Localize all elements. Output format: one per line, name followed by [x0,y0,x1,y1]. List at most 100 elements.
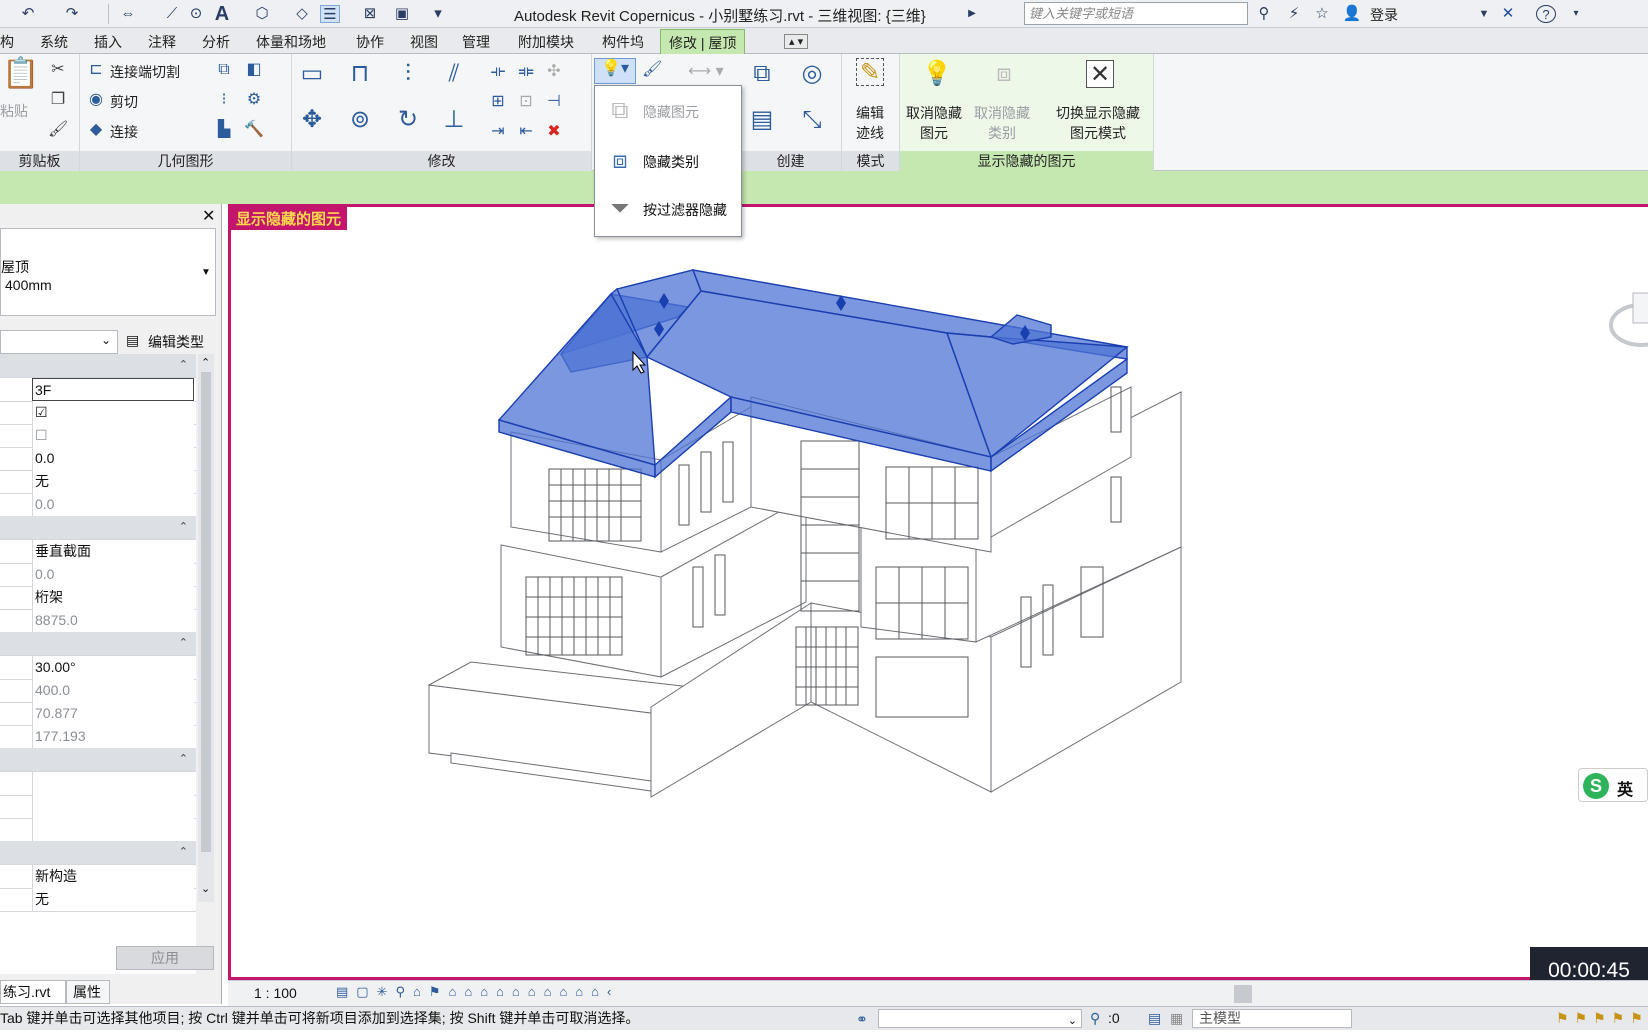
tab-systems[interactable]: 系统 [40,32,68,52]
favorites-star-icon[interactable]: ☆ [1312,5,1332,23]
3d-view-icon[interactable]: ⬡ [252,5,272,23]
customize-qat-icon[interactable]: ▾ [428,5,448,23]
tab-view[interactable]: 视图 [410,32,438,52]
scroll-down-icon[interactable]: ⌄ [201,882,210,895]
tab-component-dock[interactable]: 构件坞 [602,32,644,52]
properties-scrollbar[interactable]: ⌃ ⌄ [198,354,214,902]
switch-windows-icon[interactable]: ▣ [392,5,412,23]
tab-insert[interactable]: 插入 [94,32,122,52]
toggle-reveal-label-2[interactable]: 图元模式 [1070,124,1126,143]
thin-lines-icon[interactable]: ☰ [320,5,340,23]
edit-type-icon[interactable]: ▤ [126,332,139,349]
tab-analyze[interactable]: 分析 [202,32,230,52]
search-expand-icon[interactable]: ▶ [962,5,982,23]
tab-structure[interactable]: 构 [0,32,14,52]
apply-button[interactable]: 应用 [116,946,214,970]
collapse-icon[interactable]: ⌃ [179,752,188,765]
close-views-icon[interactable]: ⊠ [360,5,380,23]
chart-icon[interactable]: ▙ [214,120,234,140]
redo-icon[interactable]: ↷ [62,5,82,23]
trim-icon[interactable]: ⊥ [440,106,468,134]
menu-item-hide-category[interactable]: ⧈ 隐藏类别 [595,138,741,184]
design-options-icon[interactable]: ▤ [1148,1007,1161,1029]
design-option-icon[interactable]: ▦ [1170,1007,1183,1029]
cut-scissors-icon[interactable]: ✂ [48,60,68,80]
editable-only-icon[interactable]: ⚲ [1090,1007,1100,1029]
split-icon[interactable]: ⟛ [488,62,508,82]
unhide-category-label-2[interactable]: 类别 [988,124,1016,143]
group-header[interactable]: ⌃ [0,516,196,540]
slope-value[interactable]: 30.00° [32,656,194,679]
pin-icon[interactable]: ⊣ [544,92,564,112]
toggle-reveal-close-icon[interactable]: ✕ [1086,60,1114,88]
group-header[interactable]: ⌃ [0,632,196,656]
collapse-icon[interactable]: ⌃ [179,358,188,371]
tab-addins[interactable]: 附加模块 [518,32,574,52]
undo-icon[interactable]: ↶ [18,5,38,23]
minimize-ribbon-icon[interactable]: ▴ ▾ [784,34,809,49]
tab-annotate[interactable]: 注释 [148,32,176,52]
group-header[interactable]: ⌃ [0,748,196,772]
section-icon[interactable]: ◇ [292,5,312,23]
join-cut-icon[interactable]: ⊏ [86,60,106,80]
viewcube[interactable] [1609,292,1648,347]
unhide-element-label-2[interactable]: 图元 [920,124,948,143]
rafter-truss-value[interactable]: 桁架 [32,586,194,609]
offset-icon[interactable]: ⊓ [346,60,374,88]
tab-collaborate[interactable]: 协作 [356,32,384,52]
view-control-icons[interactable]: ▤▢✳⚲⌂⚑⌂⌂⌂⌂⌂⌂⌂⌂⌂⌂‹ [336,984,619,1000]
group-header[interactable]: ⌃ [0,841,196,865]
copy-icon[interactable]: ❐ [48,90,68,110]
create-parts-icon[interactable]: ▤ [748,106,776,134]
edit-boundary-label-1[interactable]: 编辑 [856,104,884,123]
measure-icon[interactable]: ⇔ [118,5,138,23]
worksets-icon[interactable]: ⚭ [856,1008,868,1030]
unhide-category-label-1[interactable]: 取消隐藏 [974,104,1030,123]
close-palette-icon[interactable]: ✕ [202,206,215,226]
tab-project-browser[interactable]: 练习.rvt [0,980,66,1004]
collapse-icon[interactable]: ⌃ [179,520,188,533]
login-dropdown-icon[interactable]: ▼ [1474,5,1494,23]
mirror-axis-icon[interactable]: ⫶ [394,60,422,88]
dimension-icon[interactable]: ⟋ [162,5,182,23]
scale-icon[interactable]: ⊡ [516,92,536,112]
create-group-icon[interactable]: ◎ [798,60,826,88]
wall-joins-icon[interactable]: ⧉ [214,60,234,80]
join-cut-button[interactable]: 连接端切割 [110,62,180,82]
toggle-reveal-label-1[interactable]: 切换显示隐藏 [1056,104,1140,123]
workset-selector[interactable]: ⌄ [878,1009,1082,1028]
login-link[interactable]: 登录 [1370,5,1398,25]
join-button[interactable]: 连接 [110,122,138,142]
menu-item-hide-by-filter[interactable]: ⏷ 按过滤器隐藏 [595,186,741,232]
split-face-icon[interactable]: ⁝ [214,90,234,110]
unpin-icon[interactable]: ✣ [544,62,564,82]
3d-view-canvas[interactable] [228,204,1648,980]
instance-filter[interactable]: ⌄ [0,330,118,354]
comments-value[interactable] [32,795,194,818]
tab-properties[interactable]: 属性 [66,980,110,1004]
cutoff-level-value[interactable]: 无 [32,470,194,493]
copy-element-icon[interactable]: ⊚ [346,106,374,134]
paste-icon[interactable]: 📋 [2,59,39,98]
filter-dropdown-icon[interactable]: ⌄ [101,333,111,347]
search-input[interactable]: 键入关键字或短语 [1024,2,1248,25]
join-icon[interactable]: ◆ [86,120,106,140]
room-bounding-checkbox[interactable]: ☑ [32,401,194,424]
cut-geometry-icon[interactable]: ◉ [86,90,106,110]
user-icon[interactable]: 👤 [1342,5,1362,23]
workset-dropdown-icon[interactable]: ⌄ [1068,1010,1077,1032]
edit-type-button[interactable]: 编辑类型 [148,332,204,352]
demolish-icon[interactable]: ⚙ [244,90,264,110]
selection-filter-icons[interactable]: ⚑⚑⚑⚑⚑ [1556,1007,1648,1029]
help-icon[interactable]: ? [1536,5,1556,23]
scroll-thumb[interactable] [201,372,211,852]
hammer-icon[interactable]: 🔨 [244,120,264,140]
rotate-icon[interactable]: ↻ [394,106,422,134]
align-icon[interactable]: ▭ [298,60,326,88]
delete-icon[interactable]: ✖ [544,122,564,142]
array-icon[interactable]: ⊞ [488,92,508,112]
exchange-apps-icon[interactable]: ✕ [1498,5,1518,23]
building-model[interactable] [231,207,1648,977]
base-offset-value[interactable]: 0.0 [32,447,194,470]
group-header[interactable]: ⌃ [0,354,196,378]
